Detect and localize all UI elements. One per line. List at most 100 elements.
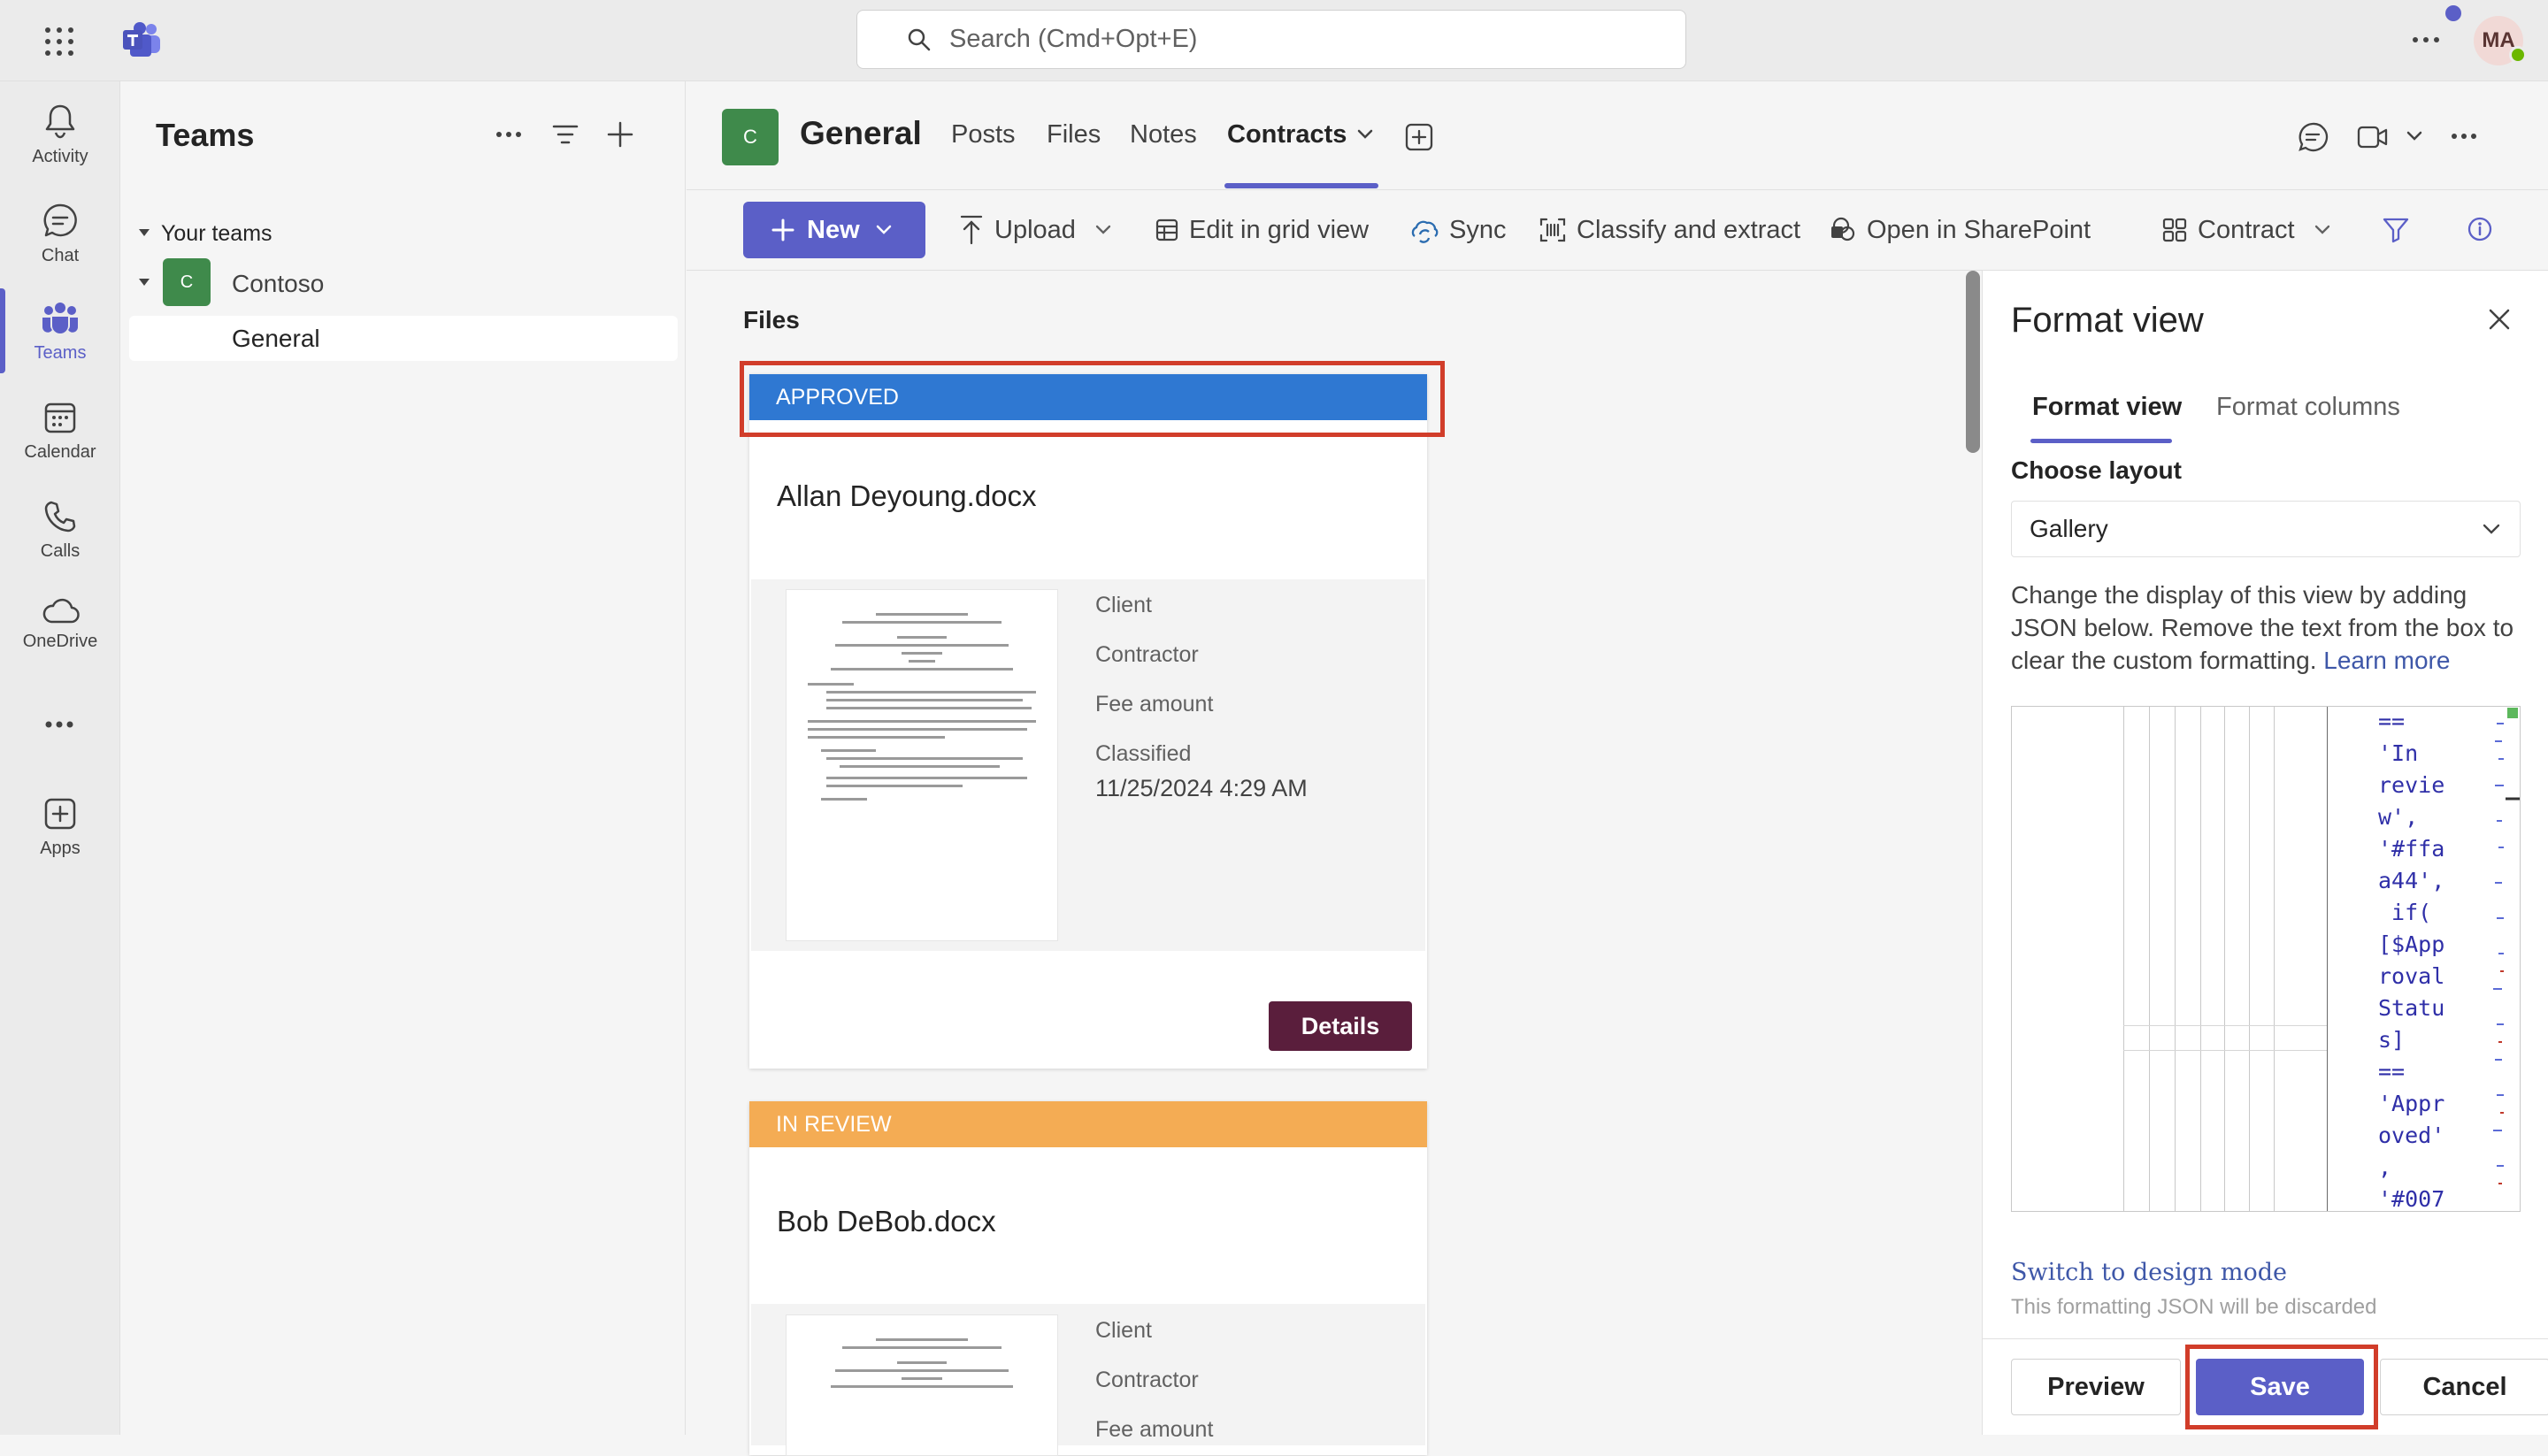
rail-label: Activity (32, 147, 88, 166)
tab-format-columns[interactable]: Format columns (2216, 393, 2400, 422)
code-line: a44', (2378, 868, 2445, 893)
chevron-down-icon (2314, 225, 2341, 235)
code-line: oved' (2378, 1123, 2445, 1148)
teams-pane-title: Teams (156, 117, 255, 153)
search-box[interactable]: Search (Cmd+Opt+E) (856, 10, 1686, 69)
edit-in-grid-view-button[interactable]: Edit in grid view (1155, 212, 1369, 248)
rail-item-calendar[interactable]: Calendar (0, 386, 120, 474)
classify-label: Classify and extract (1577, 215, 1801, 244)
upload-label: Upload (994, 215, 1076, 244)
rail-item-chat[interactable]: Chat (0, 188, 120, 276)
field-label-fee-amount: Fee amount (1095, 692, 1214, 717)
sync-label: Sync (1449, 215, 1507, 244)
scrollbar-thumb[interactable] (1966, 271, 1980, 453)
json-code[interactable]: == 'In revie w', '#ffa a44', if([$App roval Sta… (2378, 706, 2484, 1215)
layout-description: Change the display of this view by addin… (2011, 579, 2524, 677)
caret-down-icon[interactable] (138, 278, 150, 287)
choose-layout-label: Choose layout (2011, 456, 2182, 484)
plus-icon (771, 218, 794, 241)
more-options-icon[interactable] (2451, 133, 2477, 140)
caret-down-icon[interactable] (138, 228, 150, 237)
notification-dot (2445, 5, 2461, 21)
code-minimap[interactable] (2477, 706, 2520, 1212)
document-thumbnail[interactable] (786, 1314, 1058, 1456)
rail-item-teams[interactable]: Teams (0, 287, 120, 375)
field-label-client: Client (1095, 1318, 1152, 1343)
more-apps-icon[interactable] (44, 720, 74, 729)
close-icon[interactable] (2488, 308, 2511, 331)
app-launcher-icon[interactable] (44, 27, 74, 57)
more-options-icon[interactable] (2412, 35, 2440, 44)
filter-lines-icon[interactable] (552, 124, 579, 145)
conversation-icon[interactable] (2297, 121, 2329, 153)
field-label-contractor: Contractor (1095, 642, 1199, 667)
tab-notes[interactable]: Notes (1130, 120, 1197, 149)
preview-button[interactable]: Preview (2011, 1359, 2181, 1415)
switch-to-design-mode-link[interactable]: Switch to design mode (2011, 1259, 2287, 1286)
add-icon[interactable] (607, 121, 633, 148)
rail-item-apps[interactable]: Apps (0, 782, 120, 870)
details-button[interactable]: Details (1269, 1001, 1412, 1051)
rail-label: Chat (41, 246, 80, 265)
code-line: Statu (2378, 995, 2445, 1021)
view-label: Contract (2198, 215, 2295, 244)
tab-files[interactable]: Files (1047, 120, 1101, 149)
code-line: '#ffa (2378, 836, 2445, 862)
code-line: '#007 (2378, 1186, 2445, 1212)
channel-avatar: C (722, 109, 779, 165)
tab-format-view[interactable]: Format view (2032, 393, 2182, 422)
learn-more-link[interactable]: Learn more (2323, 647, 2450, 674)
cancel-button[interactable]: Cancel (2380, 1359, 2548, 1415)
open-in-sharepoint-button[interactable]: Open in SharePoint (1830, 212, 2091, 248)
channel-item-general[interactable] (129, 316, 678, 361)
bell-icon (42, 103, 78, 140)
edit-grid-label: Edit in grid view (1189, 215, 1370, 244)
footer-divider (1982, 1338, 2548, 1339)
chevron-down-icon (2483, 524, 2500, 535)
code-line: roval (2378, 963, 2445, 989)
code-line: == (2378, 709, 2406, 734)
chevron-down-icon (1095, 225, 1122, 235)
rail-item-calls[interactable]: Calls (0, 485, 120, 573)
code-line: 'In (2378, 740, 2419, 766)
rail-label: Calendar (24, 442, 96, 462)
rail-label: OneDrive (22, 632, 98, 651)
document-thumbnail[interactable] (786, 589, 1058, 941)
more-options-icon[interactable] (495, 131, 522, 138)
team-avatar: C (163, 258, 211, 306)
info-icon[interactable] (2467, 216, 2493, 242)
sync-button[interactable]: Sync (1410, 212, 1506, 248)
open-sharepoint-label: Open in SharePoint (1867, 215, 2091, 244)
layout-value: Gallery (2030, 515, 2108, 542)
code-line: 'Appr (2378, 1091, 2445, 1116)
teams-icon (41, 301, 80, 336)
field-value-classified: 11/25/2024 4:29 AM (1095, 775, 1308, 801)
upload-button[interactable]: Upload (959, 212, 1122, 248)
rail-label: Calls (40, 541, 81, 561)
tab-contracts[interactable]: Contracts (1227, 120, 1347, 149)
file-name[interactable]: Bob DeBob.docx (777, 1205, 996, 1238)
chevron-down-icon[interactable] (2406, 131, 2422, 142)
filter-icon[interactable] (2382, 216, 2410, 244)
rail-item-activity[interactable]: Activity (0, 88, 120, 177)
code-line: if( (2378, 900, 2432, 925)
files-heading: Files (743, 306, 800, 333)
switch-note: This formatting JSON will be discarded (2011, 1295, 2377, 1319)
layout-dropdown[interactable]: Gallery (2011, 501, 2521, 557)
file-name[interactable]: Allan Deyoung.docx (777, 479, 1037, 513)
video-camera-icon[interactable] (2357, 124, 2389, 150)
chevron-down-icon (876, 225, 892, 235)
team-name-contoso[interactable]: Contoso (232, 270, 324, 298)
rail-item-onedrive[interactable]: OneDrive (0, 584, 120, 672)
classify-and-extract-button[interactable]: Classify and extract (1539, 212, 1800, 248)
add-tab-icon[interactable] (1405, 123, 1433, 151)
new-button[interactable]: New (743, 202, 925, 258)
your-teams-heading[interactable]: Your teams (161, 221, 272, 247)
view-selector[interactable]: Contract (2162, 212, 2341, 248)
tab-posts[interactable]: Posts (951, 120, 1016, 149)
active-tab-indicator (2030, 439, 2172, 443)
chat-icon (42, 202, 79, 239)
presence-available-icon (2509, 46, 2527, 64)
chevron-down-icon[interactable] (1357, 129, 1373, 140)
code-line: w', (2378, 804, 2419, 830)
